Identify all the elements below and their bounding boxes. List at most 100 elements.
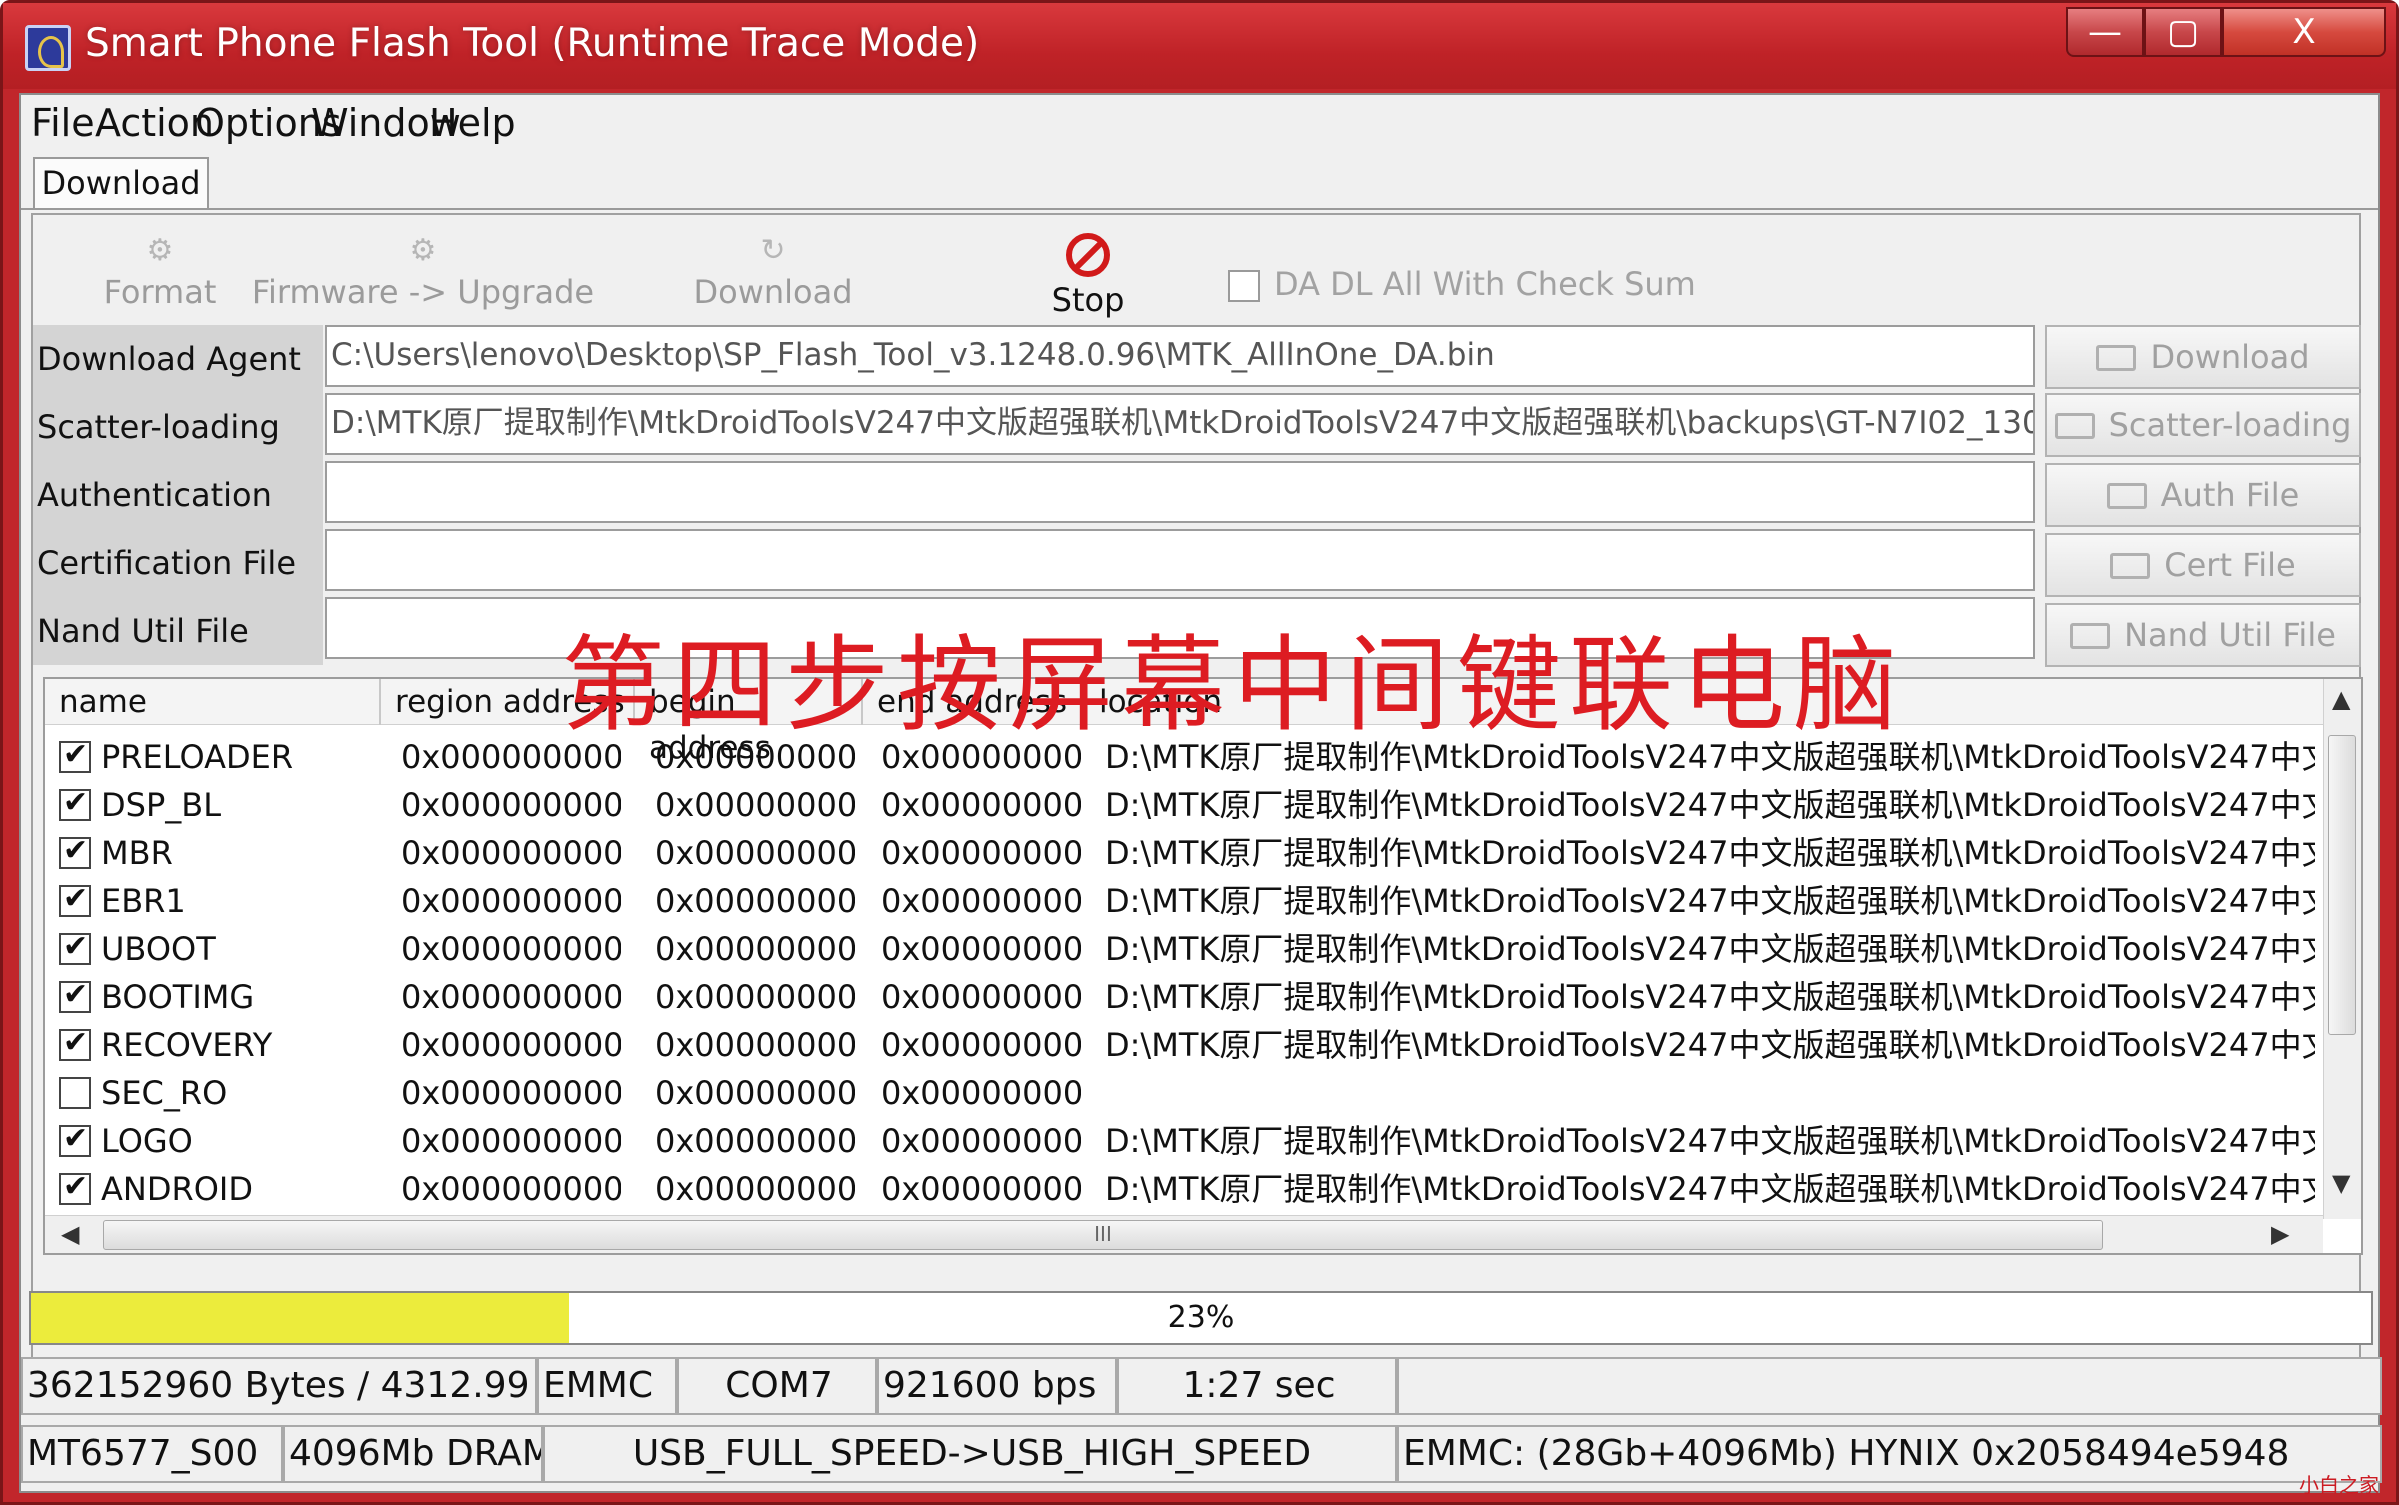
download-agent-button[interactable]: Download Agent <box>2045 325 2361 436</box>
checksum-label: DA DL All With Check Sum <box>1274 265 1696 303</box>
cell-begin-address: 0x00000000... <box>655 834 855 872</box>
partition-table: name region address begin address end ad… <box>43 677 2363 1255</box>
minimize-button[interactable]: — <box>2066 7 2144 57</box>
status-emmc: EMMC: (28Gb+4096Mb) HYNIX 0x2058494e5948 <box>1397 1425 2382 1483</box>
table-row[interactable]: EBR1 0x000000000... 0x00000000... 0x0000000… <box>45 877 2323 925</box>
cell-region-address: 0x000000000... <box>401 786 621 824</box>
cell-begin-address: 0x00000000... <box>655 882 855 920</box>
cell-name: PRELOADER <box>101 738 294 776</box>
nand-util-label: Nand Util File <box>33 597 323 665</box>
progress-bar: 23% <box>29 1291 2373 1345</box>
cell-end-address: 0x00000000... <box>881 1170 1081 1208</box>
horizontal-scroll-thumb[interactable]: III <box>103 1220 2103 1250</box>
download-agent-field[interactable]: C:\Users\lenovo\Desktop\SP_Flash_Tool_v3… <box>325 325 2035 387</box>
menu-file[interactable]: File <box>31 101 95 145</box>
cell-end-address: 0x00000000... <box>881 786 1081 824</box>
row-checkbox[interactable] <box>59 737 91 773</box>
status-dram: 4096Mb DRAM <box>283 1425 543 1483</box>
cell-end-address: 0x00000000... <box>881 834 1081 872</box>
auth-file-field[interactable] <box>325 461 2035 523</box>
format-label: Format <box>103 273 217 311</box>
cell-begin-address: 0x00000000... <box>655 930 855 968</box>
auth-file-button-label: Auth File <box>2160 476 2300 514</box>
stop-icon <box>1066 233 1110 277</box>
folder-icon <box>2096 345 2137 371</box>
download-button[interactable]: ↻ Download <box>693 233 853 311</box>
table-row[interactable]: LOGO 0x000000000... 0x00000000... 0x0000000… <box>45 1117 2323 1165</box>
cert-file-button-label: Cert File <box>2164 546 2296 584</box>
scatter-loading-button-label: Scatter-loading <box>2108 406 2352 444</box>
scroll-left-icon[interactable]: ◀ <box>61 1220 79 1248</box>
scroll-up-icon[interactable]: ▲ <box>2332 685 2350 713</box>
cert-file-label: Certification File <box>33 529 323 597</box>
cell-region-address: 0x000000000... <box>401 834 621 872</box>
cell-region-address: 0x000000000... <box>401 930 621 968</box>
folder-icon <box>2054 413 2095 439</box>
title-bar[interactable]: Smart Phone Flash Tool (Runtime Trace Mo… <box>3 3 2396 89</box>
table-row[interactable]: UBOOT 0x000000000... 0x00000000... 0x000000… <box>45 925 2323 973</box>
cell-end-address: 0x00000000... <box>881 1122 1081 1160</box>
row-checkbox[interactable] <box>59 881 91 917</box>
table-row[interactable]: DSP_BL 0x000000000... 0x00000000... 0x00000… <box>45 781 2323 829</box>
status-baud: 921600 bps <box>877 1357 1117 1415</box>
app-icon <box>25 25 71 71</box>
table-row[interactable]: MBR 0x000000000... 0x00000000... 0x00000000… <box>45 829 2323 877</box>
row-checkbox[interactable] <box>59 1121 91 1157</box>
firmware-upgrade-button[interactable]: ⚙ Firmware -> Upgrade <box>233 233 613 311</box>
format-button[interactable]: ⚙ Format <box>95 233 225 311</box>
table-row[interactable]: ANDROID 0x000000000... 0x00000000... 0x0000… <box>45 1165 2323 1213</box>
row-checkbox[interactable] <box>59 977 91 1013</box>
scatter-loading-button[interactable]: Scatter-loading <box>2045 393 2361 457</box>
nand-util-button-label: Nand Util File <box>2124 616 2336 654</box>
row-checkbox[interactable] <box>59 1025 91 1061</box>
vertical-scroll-thumb[interactable] <box>2328 735 2356 1035</box>
row-checkbox[interactable] <box>59 929 91 965</box>
download-agent-label: Download Agent <box>33 325 323 393</box>
app-window: Smart Phone Flash Tool (Runtime Trace Mo… <box>0 0 2399 1505</box>
cert-file-button[interactable]: Cert File <box>2045 533 2361 597</box>
scroll-right-icon[interactable]: ▶ <box>2271 1220 2289 1248</box>
cell-location: D:\MTK原厂提取制作\MtkDroidToolsV247中文版超强联机\Mt… <box>1105 930 2315 968</box>
cell-location: D:\MTK原厂提取制作\MtkDroidToolsV247中文版超强联机\Mt… <box>1105 834 2315 872</box>
cell-name: SEC_RO <box>101 1074 228 1112</box>
status-bytes: 362152960 Bytes / 4312.99 <box>21 1357 537 1415</box>
checksum-checkbox[interactable]: DA DL All With Check Sum <box>1228 265 1696 303</box>
cell-begin-address: 0x00000000... <box>655 978 855 1016</box>
horizontal-scrollbar[interactable]: ◀ III ▶ <box>45 1215 2323 1253</box>
menu-help[interactable]: Help <box>429 101 516 145</box>
firmware-upgrade-label: Firmware -> Upgrade <box>251 273 595 311</box>
tab-divider <box>21 208 2378 210</box>
folder-icon <box>2070 623 2111 649</box>
cell-begin-address: 0x00000000... <box>655 1026 855 1064</box>
status-usb: USB_FULL_SPEED->USB_HIGH_SPEED <box>543 1425 1397 1483</box>
cell-location: D:\MTK原厂提取制作\MtkDroidToolsV247中文版超强联机\Mt… <box>1105 1170 2315 1208</box>
scroll-down-icon[interactable]: ▼ <box>2332 1169 2350 1197</box>
close-button[interactable]: X <box>2222 7 2386 57</box>
cell-name: RECOVERY <box>101 1026 273 1064</box>
tab-download[interactable]: Download <box>33 157 209 209</box>
row-checkbox[interactable] <box>59 1077 91 1109</box>
auth-file-button[interactable]: Auth File <box>2045 463 2361 527</box>
cell-end-address: 0x00000000... <box>881 882 1081 920</box>
row-checkbox[interactable] <box>59 785 91 821</box>
status-empty <box>1397 1357 2382 1415</box>
row-checkbox[interactable] <box>59 1169 91 1205</box>
cell-name: ANDROID <box>101 1170 253 1208</box>
table-row[interactable]: BOOTIMG 0x000000000... 0x00000000... 0x0000… <box>45 973 2323 1021</box>
maximize-button[interactable]: ▢ <box>2144 7 2222 57</box>
cell-end-address: 0x00000000... <box>881 1026 1081 1064</box>
nand-util-button[interactable]: Nand Util File <box>2045 603 2361 667</box>
stop-button[interactable]: Stop <box>1033 233 1143 319</box>
vertical-scrollbar[interactable]: ▲ ▼ <box>2323 679 2361 1219</box>
table-row[interactable]: RECOVERY 0x000000000... 0x00000000... 0x000… <box>45 1021 2323 1069</box>
cert-file-field[interactable] <box>325 529 2035 591</box>
client-area: File Action Options Window Help Download… <box>19 93 2382 1493</box>
table-row[interactable]: SEC_RO 0x000000000... 0x00000000... 0x00000… <box>45 1069 2323 1117</box>
scatter-loading-field[interactable]: D:\MTK原厂提取制作\MtkDroidToolsV247中文版超强联机\Mt… <box>325 393 2035 455</box>
col-name[interactable]: name <box>45 679 381 725</box>
firmware-upgrade-icon: ⚙ <box>409 233 437 268</box>
cell-location: D:\MTK原厂提取制作\MtkDroidToolsV247中文版超强联机\Mt… <box>1105 882 2315 920</box>
checksum-box[interactable] <box>1228 270 1260 302</box>
row-checkbox[interactable] <box>59 833 91 869</box>
cell-region-address: 0x000000000... <box>401 1122 621 1160</box>
